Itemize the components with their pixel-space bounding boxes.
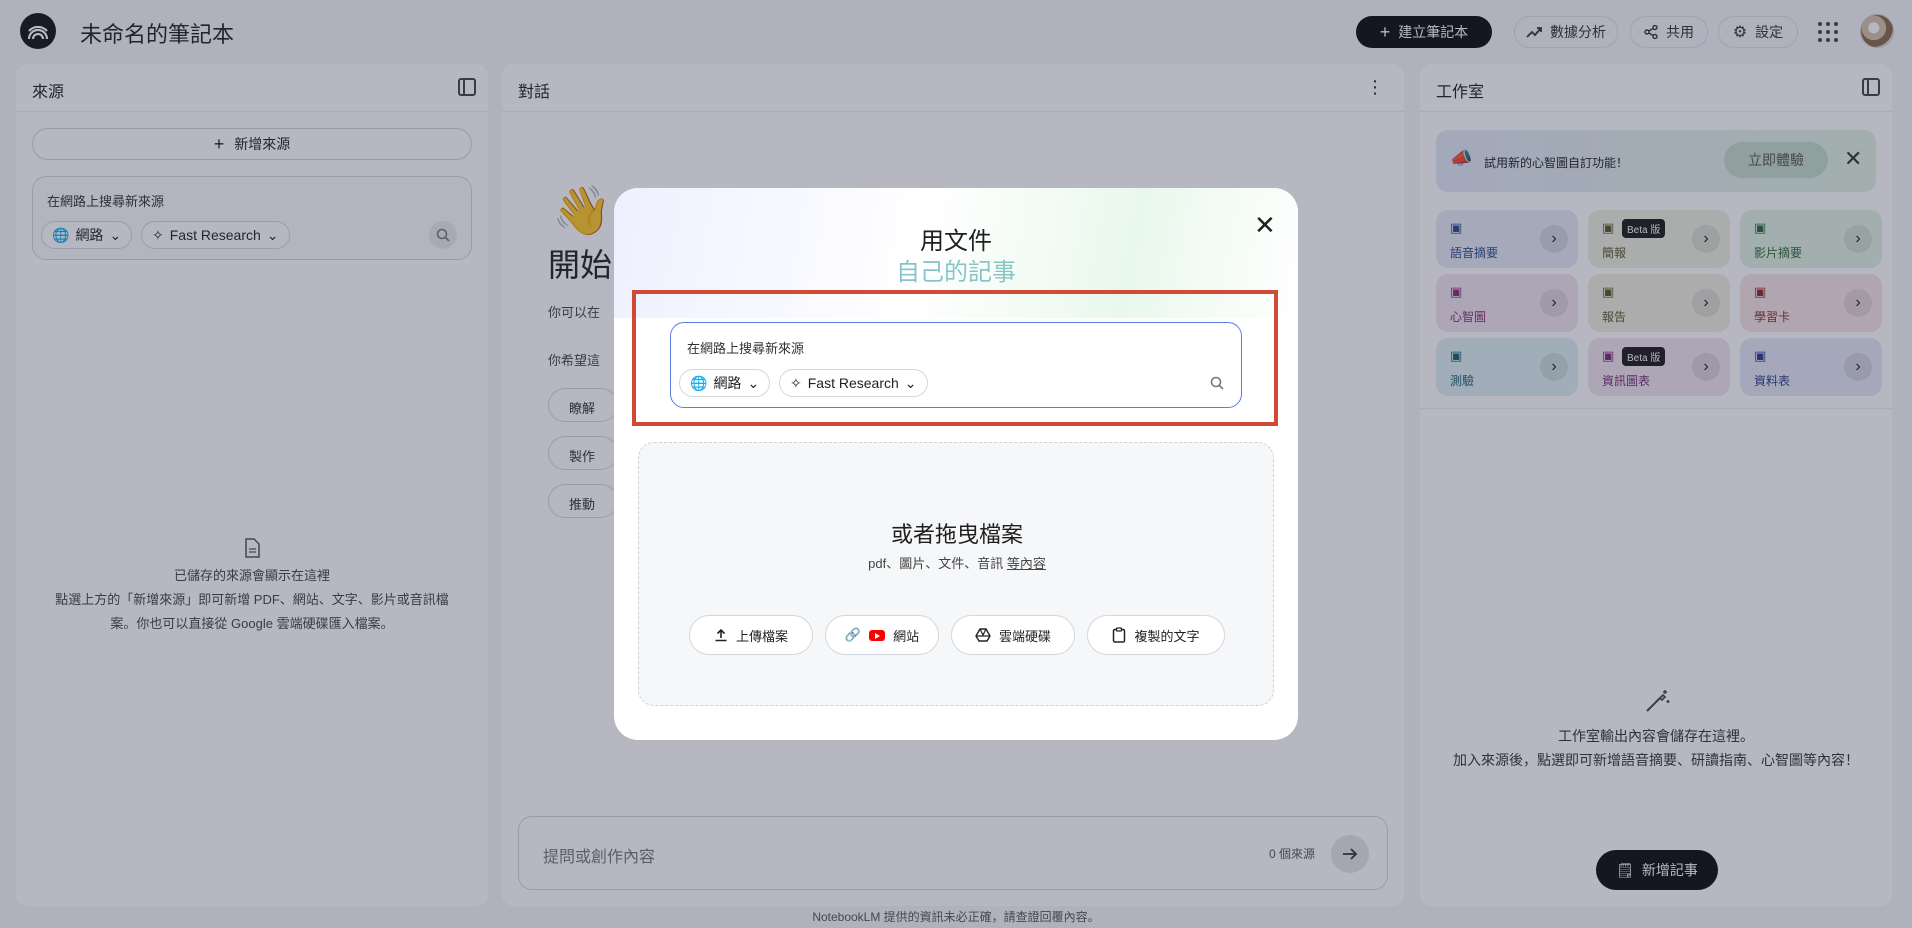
chevron-down-icon: ⌄ xyxy=(747,374,760,391)
research-chip-label: Fast Research xyxy=(807,375,899,391)
research-mode-chip[interactable]: ✧ Fast Research ⌄ xyxy=(779,369,928,397)
dialog-subtitle: 自己的記事 xyxy=(614,252,1298,287)
chevron-down-icon: ⌄ xyxy=(904,374,917,391)
drop-formats: pdf、圖片、文件、音訊 等內容 xyxy=(639,553,1275,572)
more-formats-link[interactable]: 等內容 xyxy=(1007,556,1046,571)
search-submit-button[interactable] xyxy=(1203,369,1231,397)
search-icon xyxy=(1210,376,1224,390)
file-drop-zone[interactable]: 或者拖曳檔案 pdf、圖片、文件、音訊 等內容 上傳檔案 🔗 網站 雲端硬碟 複… xyxy=(638,442,1274,706)
paste-text-button[interactable]: 複製的文字 xyxy=(1087,615,1225,655)
add-source-dialog: ✕ 用文件 自己的記事 在網路上搜尋新來源 🌐 網路 ⌄ ✧ Fast Rese… xyxy=(614,188,1298,740)
upload-icon xyxy=(715,628,727,642)
drop-title: 或者拖曳檔案 xyxy=(890,522,1023,547)
upload-file-button[interactable]: 上傳檔案 xyxy=(689,615,813,655)
drive-icon xyxy=(975,628,991,642)
upload-file-label: 上傳檔案 xyxy=(735,628,788,644)
clipboard-icon xyxy=(1113,627,1126,643)
dialog-title: 用文件 xyxy=(920,228,992,255)
website-label: 網站 xyxy=(893,628,920,644)
drive-button[interactable]: 雲端硬碟 xyxy=(951,615,1075,655)
dialog-web-search-box[interactable]: 在網路上搜尋新來源 🌐 網路 ⌄ ✧ Fast Research ⌄ xyxy=(670,322,1242,408)
paste-text-label: 複製的文字 xyxy=(1134,628,1200,644)
research-sparkle-icon: ✧ xyxy=(790,374,802,391)
app-root: 未命名的筆記本 + 建立筆記本 數據分析 共用 ⚙ 設定 來源 + 新增來源 在… xyxy=(0,0,1912,928)
web-filter-chip[interactable]: 🌐 網路 ⌄ xyxy=(679,369,771,397)
link-icon: 🔗 xyxy=(844,627,862,642)
website-button[interactable]: 🔗 網站 xyxy=(825,615,939,655)
youtube-icon xyxy=(869,629,886,641)
drop-formats-text: pdf、圖片、文件、音訊 xyxy=(868,556,1004,571)
web-chip-label: 網路 xyxy=(713,375,742,391)
globe-icon: 🌐 xyxy=(690,374,708,391)
dialog-search-input[interactable]: 在網路上搜尋新來源 xyxy=(687,338,804,357)
drive-label: 雲端硬碟 xyxy=(998,628,1051,644)
